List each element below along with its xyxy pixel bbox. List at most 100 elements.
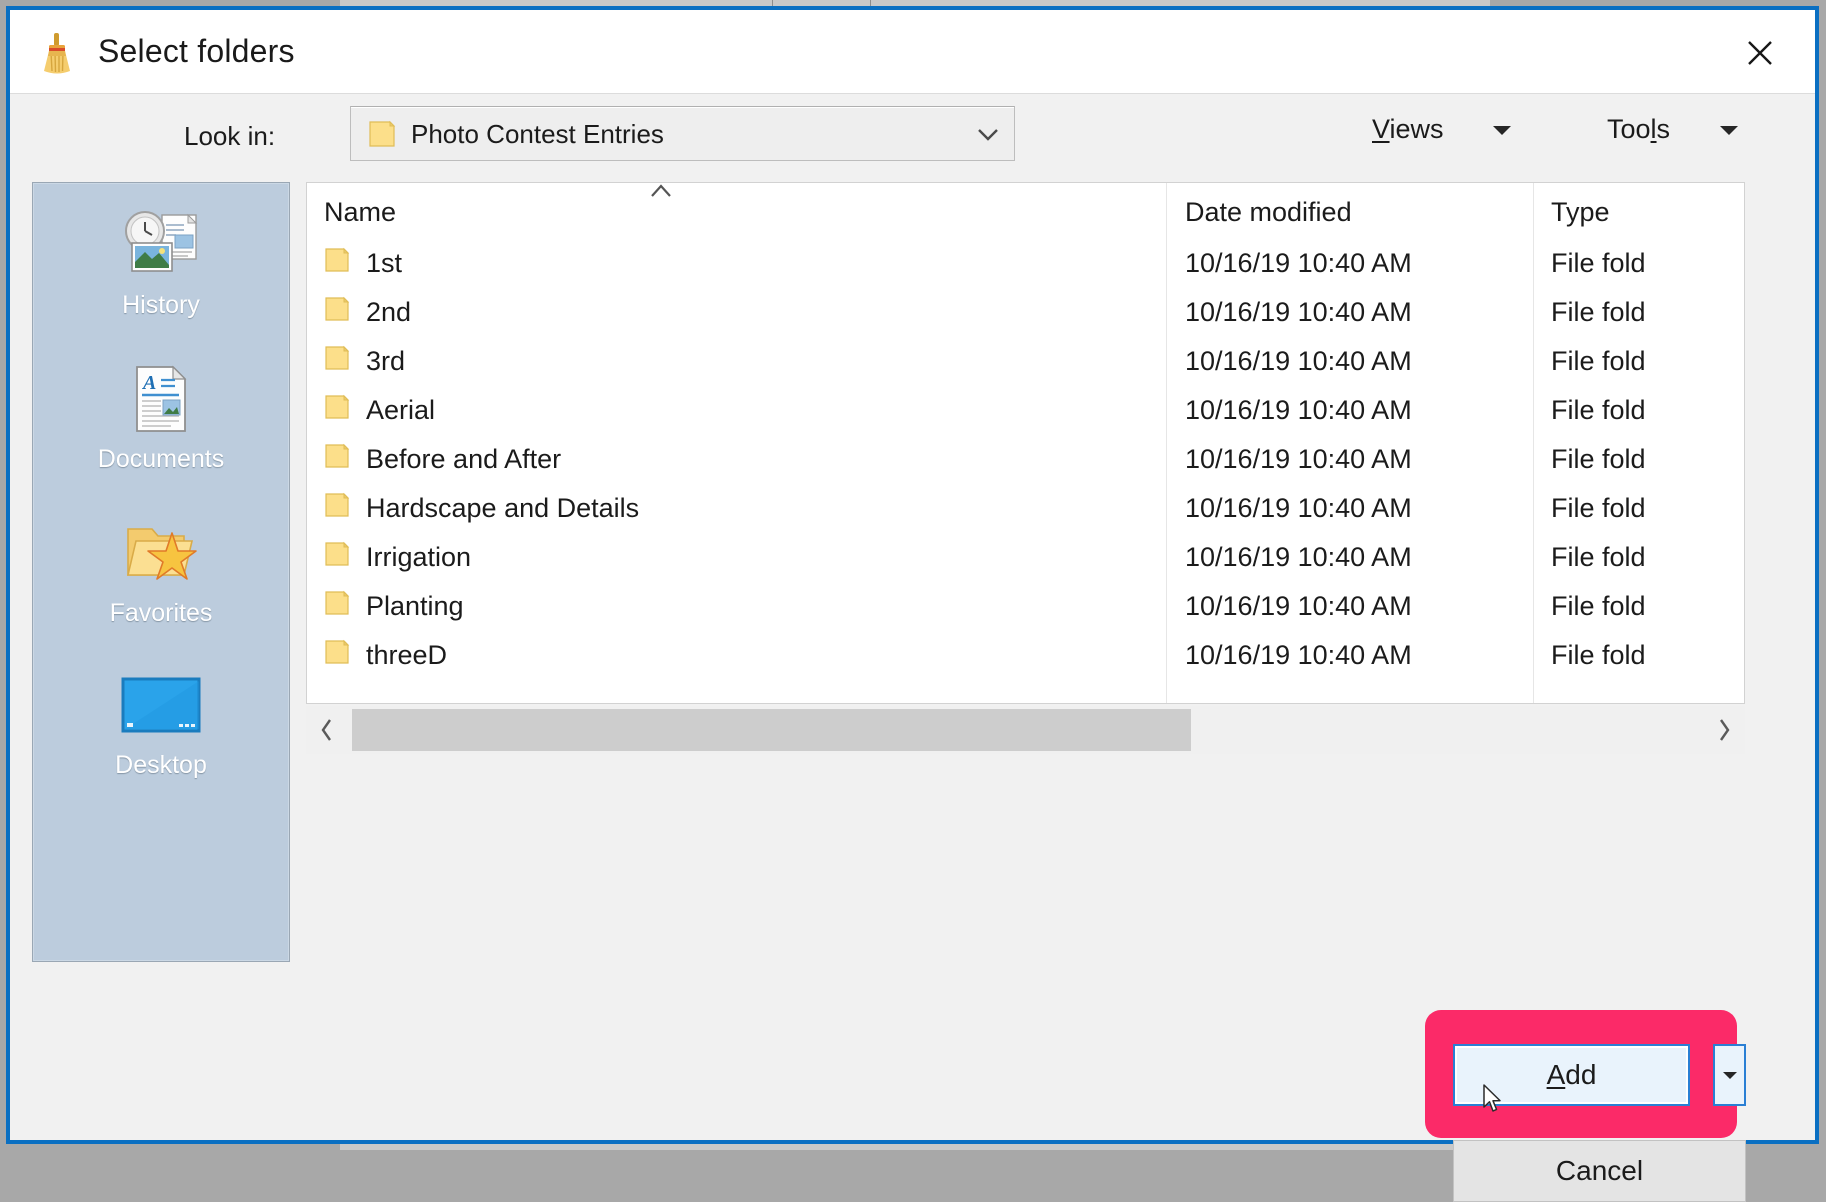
places-item-label: Desktop <box>115 751 207 779</box>
tools-dropdown-caret-icon[interactable] <box>1720 126 1738 135</box>
places-item-desktop[interactable]: Desktop <box>33 667 289 780</box>
horizontal-scrollbar[interactable] <box>306 706 1745 754</box>
file-list-panel: Name Date modified Type 1st 10/16/19 10:4… <box>306 182 1745 704</box>
file-name-label: Aerial <box>366 395 436 425</box>
file-row-type: File fold <box>1551 444 1646 474</box>
folder-icon <box>324 393 352 428</box>
places-bar: History A Documents Favorites Desktop <box>32 182 290 962</box>
svg-text:A: A <box>141 372 156 394</box>
places-item-history[interactable]: History <box>33 207 289 320</box>
file-row-date: 10/16/19 10:40 AM <box>1185 395 1412 425</box>
scrollbar-thumb[interactable] <box>352 709 1191 751</box>
column-header-date-modified[interactable]: Date modified <box>1185 197 1352 228</box>
file-row-type: File fold <box>1551 493 1646 523</box>
file-row-name: Hardscape and Details <box>324 484 639 533</box>
file-row-name: Aerial <box>324 386 435 435</box>
dialog-titlebar: Select folders <box>10 10 1815 93</box>
places-item-label: Favorites <box>109 599 213 627</box>
sort-ascending-icon <box>647 183 675 203</box>
places-item-favorites[interactable]: Favorites <box>33 515 289 628</box>
scroll-right-arrow-icon[interactable] <box>1703 706 1745 754</box>
file-name-label: 3rd <box>366 346 406 376</box>
file-row-type: File fold <box>1551 346 1646 376</box>
file-row-type: File fold <box>1551 591 1646 621</box>
folder-icon <box>324 295 352 330</box>
select-folders-dialog: Select folders Look in: Photo Contest En… <box>6 6 1819 1202</box>
file-row-name: 2nd <box>324 288 411 337</box>
places-item-documents[interactable]: A Documents <box>33 361 289 474</box>
file-row-type: File fold <box>1551 297 1646 327</box>
table-row[interactable]: Before and After 10/16/19 10:40 AM File fo… <box>307 435 1744 484</box>
dialog-title: Select folders <box>98 33 295 69</box>
file-row-type: File fold <box>1551 640 1646 670</box>
folder-icon <box>324 540 352 575</box>
file-row-name: 1st <box>324 239 402 288</box>
add-dropdown-button[interactable] <box>1713 1044 1746 1106</box>
column-header-type[interactable]: Type <box>1551 197 1610 228</box>
cancel-button[interactable]: Cancel <box>1453 1140 1746 1202</box>
file-name-label: threeD <box>366 640 448 670</box>
file-row-name: threeD <box>324 631 447 680</box>
places-item-label: Documents <box>97 445 225 473</box>
table-row[interactable]: 2nd 10/16/19 10:40 AM File fold <box>307 288 1744 337</box>
file-name-label: 1st <box>366 248 403 278</box>
column-header-name[interactable]: Name <box>324 197 396 228</box>
file-row-type: File fold <box>1551 248 1646 278</box>
file-list-rows: 1st 10/16/19 10:40 AM File fold 2nd 10/16/19… <box>307 239 1744 680</box>
file-row-date: 10/16/19 10:40 AM <box>1185 640 1412 670</box>
desktop-icon <box>33 667 289 743</box>
views-button[interactable]: Views <box>1372 114 1444 145</box>
history-icon <box>33 207 289 283</box>
table-row[interactable]: Planting 10/16/19 10:40 AM File fold <box>307 582 1744 631</box>
views-dropdown-caret-icon[interactable] <box>1493 126 1511 135</box>
tools-label-a: Too <box>1607 114 1651 144</box>
file-list-header-row: Name Date modified Type <box>307 183 1744 239</box>
table-row[interactable]: Aerial 10/16/19 10:40 AM File fold <box>307 386 1744 435</box>
look-in-label: Look in: <box>184 121 276 151</box>
table-row[interactable]: threeD 10/16/19 10:40 AM File fold <box>307 631 1744 680</box>
add-label-rest: dd <box>1565 1059 1597 1090</box>
table-row[interactable]: 1st 10/16/19 10:40 AM File fold <box>307 239 1744 288</box>
file-row-type: File fold <box>1551 542 1646 572</box>
look-in-combobox[interactable]: Photo Contest Entries <box>350 106 1015 161</box>
folder-icon <box>324 491 352 526</box>
file-row-name: Before and After <box>324 435 561 484</box>
file-row-date: 10/16/19 10:40 AM <box>1185 444 1412 474</box>
add-accel-letter: A <box>1546 1059 1566 1090</box>
folder-icon <box>324 344 352 379</box>
scroll-left-arrow-icon[interactable] <box>306 706 348 754</box>
tools-button[interactable]: Tools <box>1607 114 1670 145</box>
folder-icon <box>324 589 352 624</box>
file-name-label: Before and After <box>366 444 562 474</box>
file-name-label: Hardscape and Details <box>366 493 640 523</box>
folder-icon <box>324 638 352 673</box>
favorites-icon <box>33 515 289 591</box>
file-name-label: 2nd <box>366 297 412 327</box>
views-label-rest: iews <box>1389 114 1444 144</box>
add-button[interactable]: Add <box>1453 1044 1690 1106</box>
file-row-date: 10/16/19 10:40 AM <box>1185 297 1412 327</box>
look-in-value: Photo Contest Entries <box>411 119 664 149</box>
file-row-name: 3rd <box>324 337 405 386</box>
file-row-type: File fold <box>1551 395 1646 425</box>
folder-icon <box>368 119 398 149</box>
places-item-label: History <box>122 291 200 319</box>
close-icon[interactable] <box>1729 30 1791 76</box>
folder-icon <box>324 246 352 281</box>
file-name-label: Irrigation <box>366 542 472 572</box>
file-row-name: Planting <box>324 582 464 631</box>
table-row[interactable]: 3rd 10/16/19 10:40 AM File fold <box>307 337 1744 386</box>
tools-label-b: s <box>1656 114 1671 144</box>
chevron-down-icon <box>976 125 1000 145</box>
file-name-label: Planting <box>366 591 464 621</box>
dialog-body: Look in: Photo Contest Entries Views Too… <box>10 93 1815 1202</box>
table-row[interactable]: Hardscape and Details 10/16/19 10:40 AM Fi… <box>307 484 1744 533</box>
file-row-date: 10/16/19 10:40 AM <box>1185 542 1412 572</box>
table-row[interactable]: Irrigation 10/16/19 10:40 AM File fold <box>307 533 1744 582</box>
views-accel-letter: V <box>1372 114 1390 144</box>
folder-icon <box>324 442 352 477</box>
file-row-date: 10/16/19 10:40 AM <box>1185 248 1412 278</box>
file-row-date: 10/16/19 10:40 AM <box>1185 591 1412 621</box>
file-row-date: 10/16/19 10:40 AM <box>1185 346 1412 376</box>
broom-icon <box>37 32 77 74</box>
